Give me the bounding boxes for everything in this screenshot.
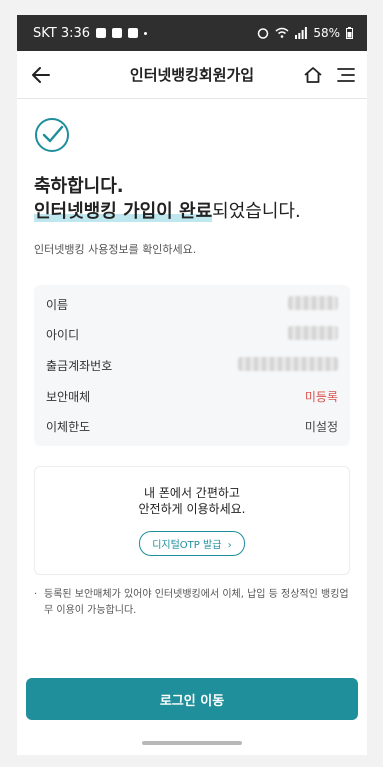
- promo-line1: 내 폰에서 간편하고: [144, 485, 240, 500]
- info-row-account: 출금계좌번호: [46, 350, 338, 381]
- phone-screen: SKT 3:36 58% 인터넷뱅킹회원가입 축하합니다. 인터넷뱅킹 가입이 …: [17, 15, 367, 755]
- otp-promo-card: 내 폰에서 간편하고 안전하게 이용하세요. 디지털OTP 발급 ›: [34, 465, 350, 575]
- notification-icon: [96, 28, 107, 38]
- battery-icon: [346, 27, 353, 39]
- info-label: 아이디: [46, 328, 80, 343]
- digital-otp-button[interactable]: 디지털OTP 발급 ›: [139, 530, 245, 556]
- home-indicator: [142, 741, 242, 745]
- info-row-limit: 이체한도 미설정: [46, 411, 338, 442]
- info-row-security: 보안매체 미등록: [46, 381, 338, 412]
- menu-icon[interactable]: [337, 67, 355, 83]
- completion-message: 인터넷뱅킹 가입이 완료되었습니다.: [34, 199, 350, 225]
- redacted-value: [288, 326, 338, 343]
- redacted-value: [288, 295, 338, 313]
- notice-body: 등록된 보안매체가 있어야 인터넷뱅킹에서 이체, 납입 등 정상적인 뱅킹업무…: [44, 588, 349, 616]
- info-row-id: 아이디: [46, 320, 338, 351]
- home-icon[interactable]: [303, 65, 323, 85]
- security-status: 미등록: [304, 389, 338, 404]
- check-circle-icon: [35, 118, 69, 152]
- bullet-icon: ·: [34, 588, 38, 600]
- completion-rest: 되었습니다.: [212, 201, 301, 222]
- info-row-name: 이름: [46, 289, 338, 320]
- info-label: 보안매체: [46, 389, 91, 404]
- wifi-icon: [275, 27, 289, 38]
- carrier-time: SKT 3:36: [33, 25, 91, 41]
- notification-icon: [112, 28, 123, 38]
- notification-icon: [128, 28, 139, 38]
- status-bar: SKT 3:36 58%: [17, 15, 367, 51]
- app-header: 인터넷뱅킹회원가입: [17, 51, 367, 99]
- congrats-text: 축하합니다.: [34, 176, 124, 197]
- limit-status: 미설정: [304, 420, 338, 435]
- battery-level: 58%: [313, 26, 340, 40]
- main-content: 축하합니다. 인터넷뱅킹 가입이 완료되었습니다. 인터넷뱅킹 사용정보를 확인…: [17, 99, 367, 619]
- digital-otp-button-label: 디지털OTP 발급: [152, 539, 222, 551]
- info-label: 이체한도: [46, 420, 91, 435]
- login-button-label: 로그인 이동: [159, 693, 225, 709]
- login-button[interactable]: 로그인 이동: [26, 678, 358, 720]
- chevron-right-icon: ›: [224, 539, 232, 551]
- more-notifications-icon: [144, 31, 148, 35]
- signal-icon: [295, 27, 308, 39]
- info-label: 이름: [46, 297, 69, 312]
- promo-line2: 안전하게 이용하세요.: [138, 501, 246, 516]
- alarm-icon: [258, 28, 269, 39]
- back-button[interactable]: [29, 63, 53, 87]
- completion-highlight: 인터넷뱅킹 가입이 완료: [34, 201, 213, 222]
- subtitle: 인터넷뱅킹 사용정보를 확인하세요.: [34, 243, 197, 256]
- info-label: 출금계좌번호: [46, 358, 113, 373]
- notice-text: · 등록된 보안매체가 있어야 인터넷뱅킹에서 이체, 납입 등 정상적인 뱅킹…: [34, 587, 350, 619]
- redacted-value: [238, 356, 338, 374]
- arrow-left-icon: [32, 66, 50, 83]
- account-info-box: 이름 아이디 출금계좌번호 보안매체 미등록 이체한도 미설정: [34, 285, 350, 446]
